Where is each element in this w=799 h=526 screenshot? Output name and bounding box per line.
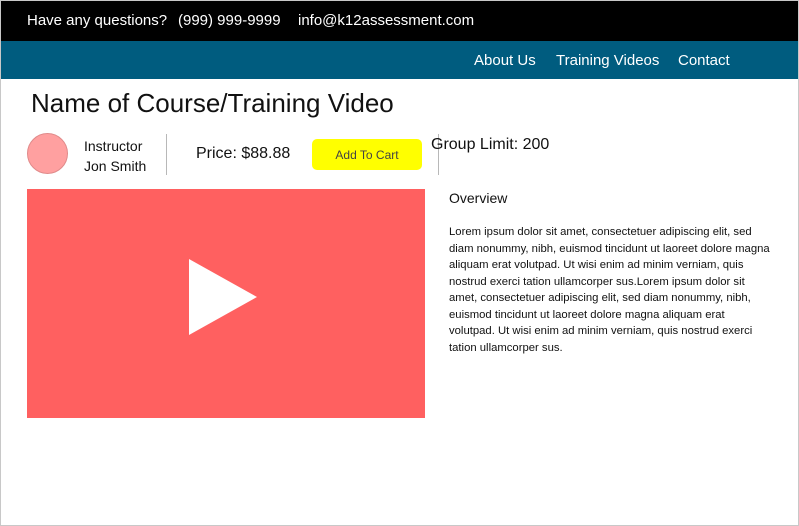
group-limit: Group Limit: 200	[431, 136, 550, 153]
nav-item-training-videos[interactable]: Training Videos	[556, 52, 659, 69]
instructor-info: Instructor Jon Smith	[84, 136, 146, 176]
phone-number[interactable]: (999) 999-9999	[178, 12, 281, 29]
divider	[166, 134, 167, 175]
instructor-avatar	[27, 133, 68, 174]
main-nav: About Us Training Videos Contact	[1, 41, 798, 79]
overview-heading: Overview	[449, 190, 508, 206]
contact-bar: Have any questions? (999) 999-9999 info@…	[1, 1, 798, 41]
email-address[interactable]: info@k12assessment.com	[298, 12, 474, 29]
instructor-label: Instructor	[84, 138, 143, 154]
course-price: Price: $88.88	[196, 145, 291, 162]
questions-text: Have any questions?	[27, 12, 168, 29]
nav-item-contact[interactable]: Contact	[678, 52, 730, 69]
add-to-cart-button[interactable]: Add To Cart	[312, 139, 422, 170]
video-player[interactable]	[27, 189, 425, 418]
instructor-name: Jon Smith	[84, 158, 147, 174]
page-title: Name of Course/Training Video	[31, 88, 394, 118]
overview-text: Lorem ipsum dolor sit amet, consectetuer…	[449, 226, 770, 354]
play-icon[interactable]	[189, 259, 257, 335]
nav-item-about-us[interactable]: About Us	[474, 52, 536, 69]
